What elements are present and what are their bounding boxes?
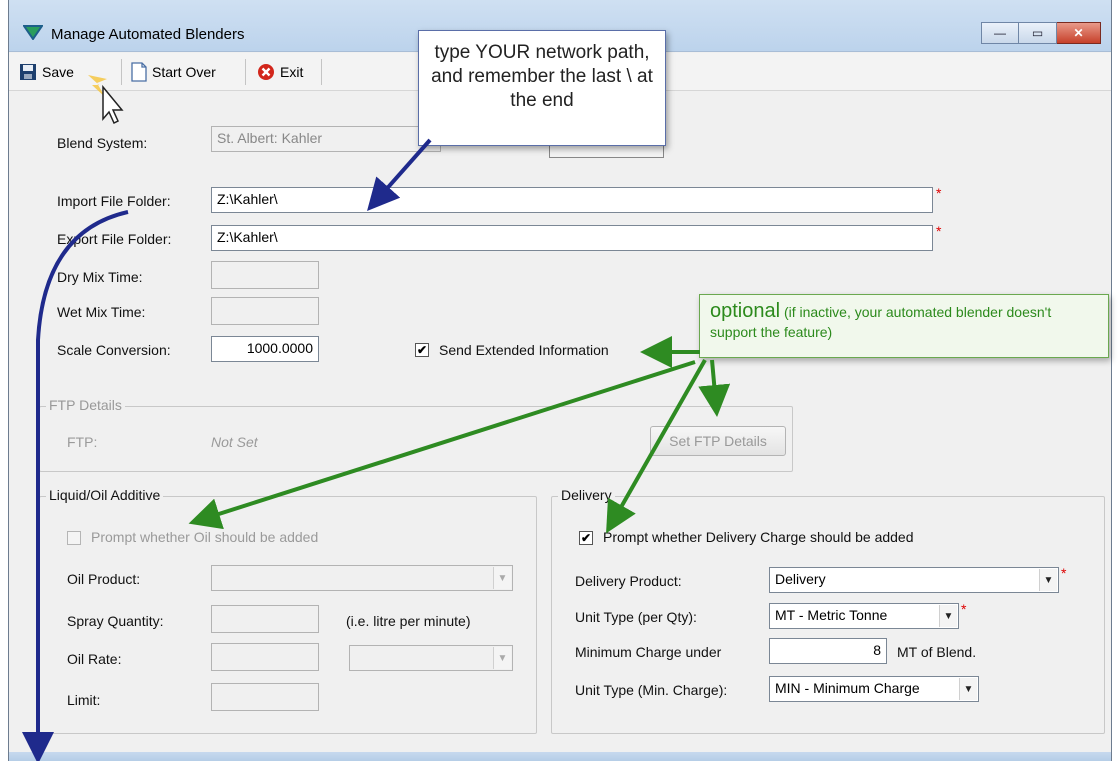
delivery-prompt-checkbox[interactable]: ✔ [579, 531, 593, 545]
oil-product-label: Oil Product: [67, 571, 141, 587]
new-document-icon [131, 62, 147, 82]
minimize-button[interactable]: — [981, 22, 1019, 44]
ftp-group-title: FTP Details [46, 397, 125, 413]
required-marker: * [961, 601, 967, 617]
oil-prompt-checkbox [67, 531, 81, 545]
oil-rate-unit-select: ▼ [349, 645, 513, 671]
delivery-product-select[interactable]: Delivery ▼ [769, 567, 1059, 593]
min-charge-label: Minimum Charge under [575, 644, 722, 660]
scale-conversion-input[interactable]: 1000.0000 [211, 336, 319, 362]
delivery-prompt-label: Prompt whether Delivery Charge should be… [603, 529, 914, 545]
oil-prompt-label: Prompt whether Oil should be added [91, 529, 319, 545]
delivery-group-title: Delivery [558, 487, 615, 503]
export-folder-input[interactable]: Z:\Kahler\ [211, 225, 933, 251]
save-label: Save [42, 64, 74, 80]
toolbar-separator [321, 59, 322, 85]
send-extended-label: Send Extended Information [439, 342, 609, 358]
form-content: Blend System: St. Albert: Kahler Import … [9, 92, 1111, 752]
unit-type-select[interactable]: MT - Metric Tonne ▼ [769, 603, 959, 629]
scale-conversion-label: Scale Conversion: [57, 342, 171, 358]
optional-callout: optional (if inactive, your automated bl… [699, 294, 1109, 358]
start-over-label: Start Over [152, 64, 216, 80]
unit-type-min-value: MIN - Minimum Charge [775, 680, 920, 696]
chevron-down-icon[interactable]: ▼ [959, 678, 977, 700]
import-folder-input[interactable]: Z:\Kahler\ [211, 187, 933, 213]
save-button[interactable]: Save [13, 59, 80, 85]
limit-input [211, 683, 319, 711]
exit-button[interactable]: Exit [251, 59, 309, 85]
blend-system-field: St. Albert: Kahler [211, 126, 441, 152]
exit-label: Exit [280, 64, 304, 80]
spray-quantity-label: Spray Quantity: [67, 613, 164, 629]
oil-rate-input [211, 643, 319, 671]
status-strip [9, 752, 1111, 761]
required-marker: * [936, 185, 942, 201]
toolbar-separator [245, 59, 246, 85]
optional-callout-title: optional [710, 300, 781, 322]
oil-rate-label: Oil Rate: [67, 651, 122, 667]
chevron-down-icon: ▼ [493, 647, 511, 669]
ftp-value: Not Set [211, 434, 258, 450]
delivery-product-value: Delivery [775, 571, 826, 587]
delivery-product-label: Delivery Product: [575, 573, 682, 589]
required-marker: * [936, 223, 942, 239]
unit-type-min-label: Unit Type (Min. Charge): [575, 682, 728, 698]
maximize-button[interactable]: ▭ [1019, 22, 1057, 44]
unit-type-label: Unit Type (per Qty): [575, 609, 697, 625]
floppy-disk-icon [20, 64, 36, 80]
close-button[interactable]: ✕ [1057, 22, 1101, 44]
required-marker: * [1061, 565, 1067, 581]
chevron-down-icon[interactable]: ▼ [1039, 569, 1057, 591]
import-folder-label: Import File Folder: [57, 193, 171, 209]
limit-label: Limit: [67, 692, 101, 708]
export-folder-label: Export File Folder: [57, 231, 172, 247]
wet-mix-label: Wet Mix Time: [57, 304, 146, 320]
spray-hint: (i.e. litre per minute) [346, 613, 471, 629]
min-charge-unit: MT of Blend. [897, 644, 977, 660]
dry-mix-input [211, 261, 319, 289]
oil-product-select: ▼ [211, 565, 513, 591]
set-ftp-details-button[interactable]: Set FTP Details [650, 426, 786, 456]
send-extended-checkbox[interactable]: ✔ [415, 343, 429, 357]
dry-mix-label: Dry Mix Time: [57, 269, 143, 285]
chevron-down-icon[interactable]: ▼ [939, 605, 957, 627]
liquid-group-title: Liquid/Oil Additive [46, 487, 164, 503]
unit-type-min-select[interactable]: MIN - Minimum Charge ▼ [769, 676, 979, 702]
start-over-button[interactable]: Start Over [125, 59, 222, 85]
ftp-label: FTP: [67, 434, 98, 450]
exit-x-icon [258, 64, 274, 80]
unit-type-value: MT - Metric Tonne [775, 607, 888, 623]
min-charge-input[interactable]: 8 [769, 638, 887, 664]
network-path-callout: type YOUR network path, and remember the… [418, 30, 666, 146]
blend-system-label: Blend System: [57, 135, 148, 151]
chevron-down-icon: ▼ [493, 567, 511, 589]
spray-quantity-input [211, 605, 319, 633]
mouse-cursor-icon [88, 75, 124, 125]
wet-mix-input [211, 297, 319, 325]
window-title: Manage Automated Blenders [51, 26, 245, 43]
app-triangle-icon [23, 25, 43, 40]
